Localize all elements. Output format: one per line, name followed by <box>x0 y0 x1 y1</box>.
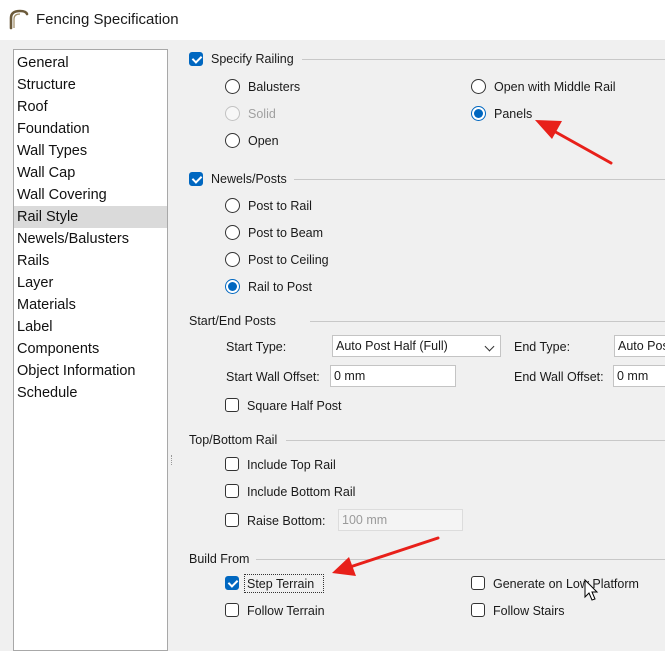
end-type-label: End Type: <box>514 340 571 354</box>
end-wall-offset-label: End Wall Offset: <box>514 370 604 384</box>
end-type-value: Auto Pos <box>618 339 665 353</box>
solid-label: Solid <box>248 107 276 121</box>
follow-stairs-checkbox[interactable] <box>471 603 485 617</box>
sidebar-item-newels-balusters[interactable]: Newels/Balusters <box>14 228 167 250</box>
start-end-posts-title: Start/End Posts <box>189 314 276 328</box>
arch-icon <box>9 9 29 30</box>
include-top-rail-checkbox[interactable] <box>225 457 239 471</box>
square-half-post-checkbox[interactable] <box>225 398 239 412</box>
include-top-rail-label: Include Top Rail <box>247 458 336 472</box>
sidebar-item-wall-covering[interactable]: Wall Covering <box>14 184 167 206</box>
sidebar-item-layer[interactable]: Layer <box>14 272 167 294</box>
raise-bottom-label: Raise Bottom: <box>247 514 326 528</box>
sidebar-item-rail-style[interactable]: Rail Style <box>14 206 167 228</box>
top-bottom-rail-divider <box>286 440 665 441</box>
red-arrow-icon <box>332 536 440 576</box>
sidebar-item-object-information[interactable]: Object Information <box>14 360 167 382</box>
open-middle-rail-radio[interactable] <box>471 79 486 94</box>
start-wall-offset-label: Start Wall Offset: <box>226 370 320 384</box>
specify-railing-checkbox[interactable] <box>189 52 203 66</box>
start-wall-offset-input[interactable]: 0 mm <box>330 365 456 387</box>
include-bottom-rail-checkbox[interactable] <box>225 484 239 498</box>
panels-label: Panels <box>494 107 533 121</box>
square-half-post-label: Square Half Post <box>247 399 342 413</box>
sidebar-item-label[interactable]: Label <box>14 316 167 338</box>
raise-bottom-input: 100 mm <box>338 509 463 531</box>
step-terrain-label: Step Terrain <box>247 577 315 591</box>
rail-to-post-radio[interactable] <box>225 279 240 294</box>
follow-terrain-label: Follow Terrain <box>247 604 325 618</box>
top-bottom-rail-title: Top/Bottom Rail <box>189 433 278 447</box>
start-type-select[interactable]: Auto Post Half (Full) <box>332 335 501 357</box>
sidebar-item-structure[interactable]: Structure <box>14 74 167 96</box>
post-to-beam-radio[interactable] <box>225 225 240 240</box>
post-to-rail-label: Post to Rail <box>248 199 312 213</box>
sidebar-item-schedule[interactable]: Schedule <box>14 382 167 404</box>
start-type-label: Start Type: <box>226 340 287 354</box>
category-list[interactable]: General Structure Roof Foundation Wall T… <box>13 49 168 651</box>
panels-radio[interactable] <box>471 106 486 121</box>
post-to-beam-label: Post to Beam <box>248 226 324 240</box>
solid-radio <box>225 106 240 121</box>
open-label: Open <box>248 134 279 148</box>
sidebar-item-foundation[interactable]: Foundation <box>14 118 167 140</box>
build-from-title: Build From <box>189 552 250 566</box>
sidebar-item-wall-cap[interactable]: Wall Cap <box>14 162 167 184</box>
low-platform-label: Generate on Low Platform <box>493 577 639 591</box>
include-bottom-rail-label: Include Bottom Rail <box>247 485 356 499</box>
follow-stairs-label: Follow Stairs <box>493 604 565 618</box>
post-to-ceiling-radio[interactable] <box>225 252 240 267</box>
chevron-down-icon <box>484 341 495 352</box>
start-type-value: Auto Post Half (Full) <box>336 339 448 353</box>
end-wall-offset-input[interactable]: 0 mm <box>613 365 665 387</box>
open-middle-rail-label: Open with Middle Rail <box>494 80 616 94</box>
follow-terrain-checkbox[interactable] <box>225 603 239 617</box>
sidebar-item-rails[interactable]: Rails <box>14 250 167 272</box>
balusters-radio[interactable] <box>225 79 240 94</box>
step-terrain-checkbox[interactable] <box>225 576 239 590</box>
sidebar-item-general[interactable]: General <box>14 52 167 74</box>
specify-railing-label: Specify Railing <box>211 52 294 66</box>
post-to-ceiling-label: Post to Ceiling <box>248 253 329 267</box>
balusters-label: Balusters <box>248 80 301 94</box>
sidebar-item-materials[interactable]: Materials <box>14 294 167 316</box>
window-title: Fencing Specification <box>36 11 179 28</box>
title-bar: Fencing Specification <box>0 0 665 40</box>
panel-splitter[interactable] <box>171 455 175 465</box>
specify-railing-divider <box>302 59 665 60</box>
build-from-divider <box>256 559 665 560</box>
sidebar-item-roof[interactable]: Roof <box>14 96 167 118</box>
start-end-posts-divider <box>310 321 665 322</box>
open-radio[interactable] <box>225 133 240 148</box>
raise-bottom-checkbox[interactable] <box>225 513 239 527</box>
post-to-rail-radio[interactable] <box>225 198 240 213</box>
newels-posts-label: Newels/Posts <box>211 172 287 186</box>
sidebar-item-components[interactable]: Components <box>14 338 167 360</box>
newels-posts-checkbox[interactable] <box>189 172 203 186</box>
low-platform-checkbox[interactable] <box>471 576 485 590</box>
rail-to-post-label: Rail to Post <box>248 280 312 294</box>
red-arrow-icon <box>535 120 613 165</box>
sidebar-item-wall-types[interactable]: Wall Types <box>14 140 167 162</box>
newels-posts-divider <box>294 179 665 180</box>
end-type-select[interactable]: Auto Pos <box>614 335 665 357</box>
